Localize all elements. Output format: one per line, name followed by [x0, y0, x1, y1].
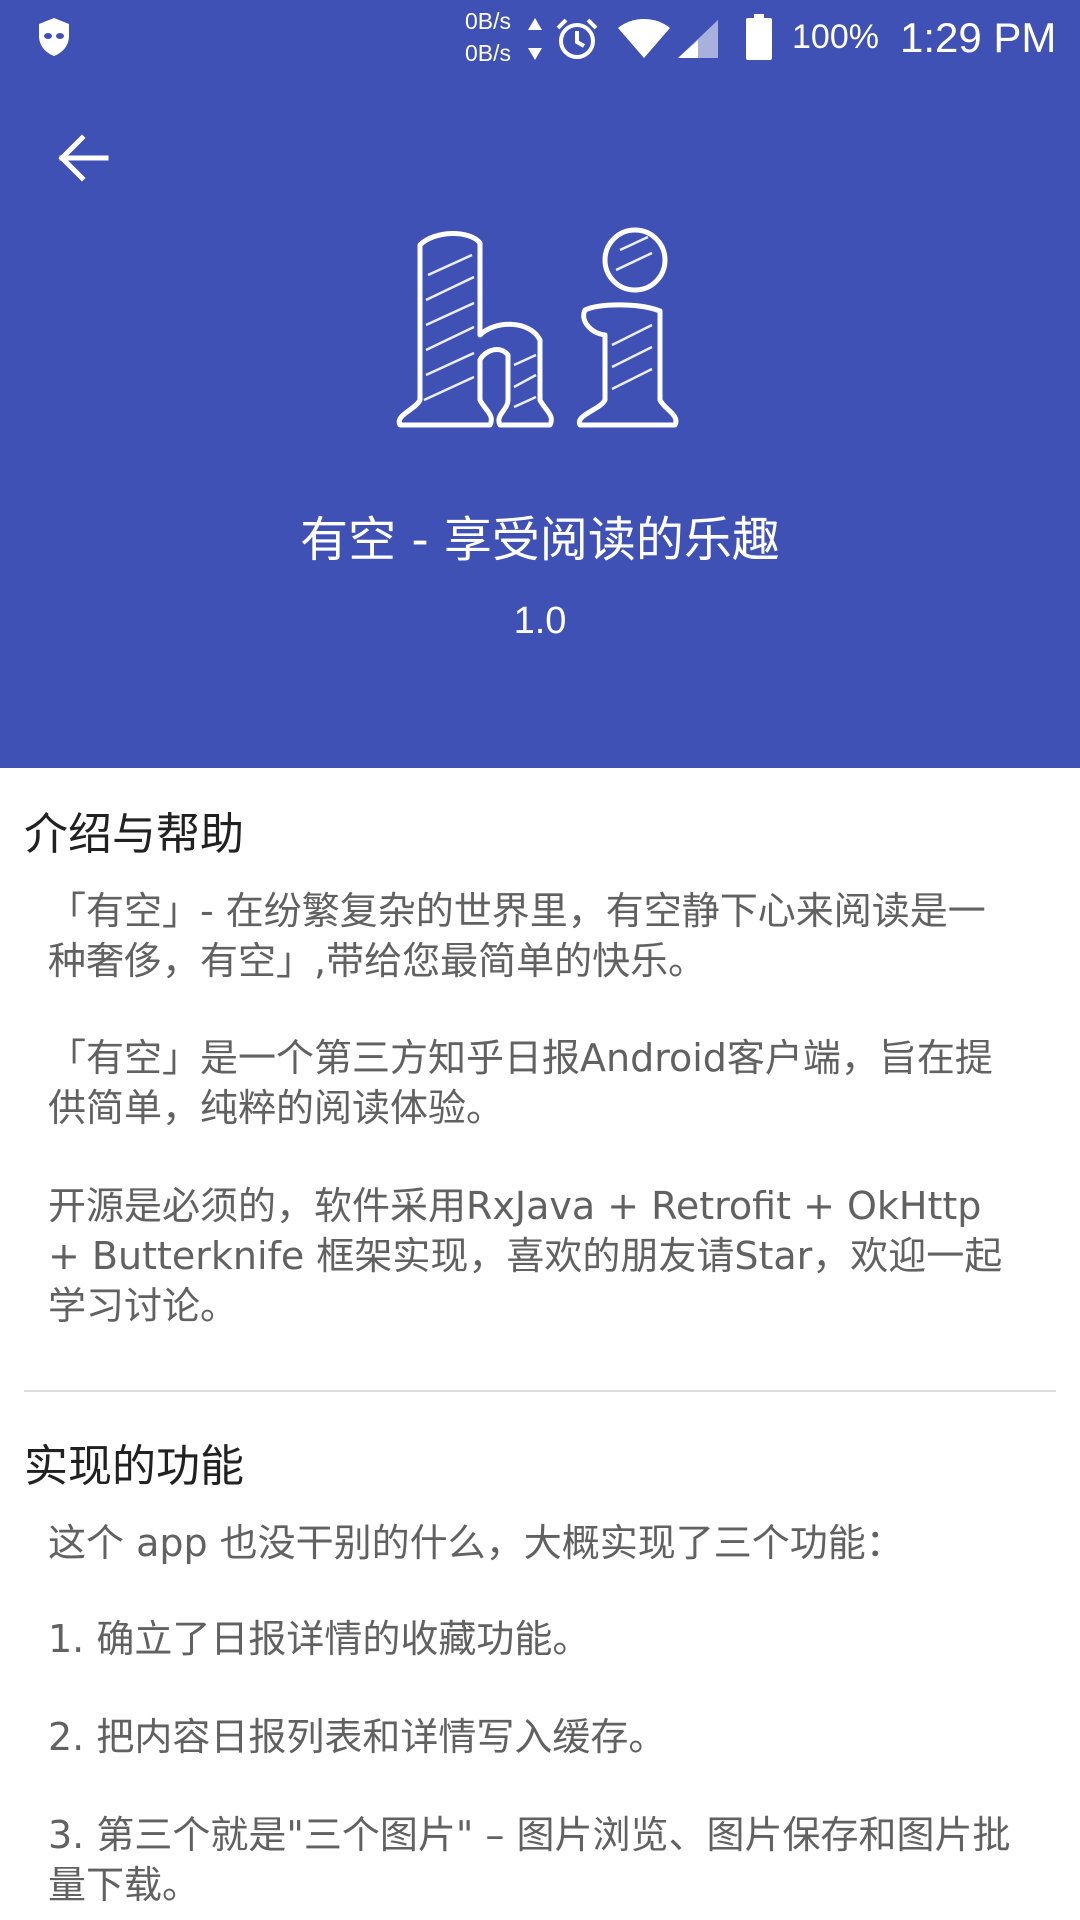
intro-paragraph-1: 「有空」- 在纷繁复杂的世界里，有空静下心来阅读是一种奢侈，有空」,带给您最简单… [48, 889, 986, 983]
about-content[interactable]: 介绍与帮助 「有空」- 在纷繁复杂的世界里，有空静下心来阅读是一种奢侈，有空」,… [0, 768, 1080, 1920]
signal-icon [678, 20, 718, 58]
feature-item-2: 2. 把内容日报列表和详情写入缓存。 [48, 1715, 667, 1759]
intro-paragraph-2: 「有空」是一个第三方知乎日报Android客户端，旨在提供简单，纯粹的阅读体验。 [48, 1036, 993, 1130]
arrow-left-icon [58, 134, 109, 182]
about-header: 0B/s 0B/s 100% 1:29 PM 有空 - 享受阅读的乐趣 1.0 [0, 0, 1080, 768]
incognito-icon [39, 18, 69, 56]
app-version: 1.0 [513, 600, 567, 642]
section-title-intro: 介绍与帮助 [24, 809, 244, 860]
battery-percent: 100% [792, 18, 879, 56]
features-intro: 这个 app 也没干别的什么，大概实现了三个功能： [48, 1521, 904, 1565]
app-logo [396, 227, 679, 428]
section-divider [24, 1390, 1056, 1392]
alarm-icon [556, 18, 598, 59]
status-bar: 0B/s 0B/s 100% 1:29 PM [0, 0, 1080, 80]
traffic-arrows-icon [528, 18, 542, 60]
wifi-icon [618, 19, 670, 58]
intro-paragraph-3: 开源是必须的，软件采用RxJava + Retrofit + OkHttp + … [48, 1184, 1003, 1328]
net-up-speed: 0B/s [465, 8, 512, 34]
battery-icon [746, 14, 772, 60]
feature-item-1: 1. 确立了日报详情的收藏功能。 [48, 1617, 591, 1661]
section-title-features: 实现的功能 [24, 1441, 244, 1492]
feature-item-3: 3. 第三个就是"三个图片" – 图片浏览、图片保存和图片批量下载。 [48, 1813, 1011, 1907]
clock-time: 1:29 PM [900, 14, 1057, 61]
net-down-speed: 0B/s [465, 40, 512, 66]
app-title: 有空 - 享受阅读的乐趣 [300, 512, 780, 568]
back-button[interactable] [48, 122, 120, 194]
